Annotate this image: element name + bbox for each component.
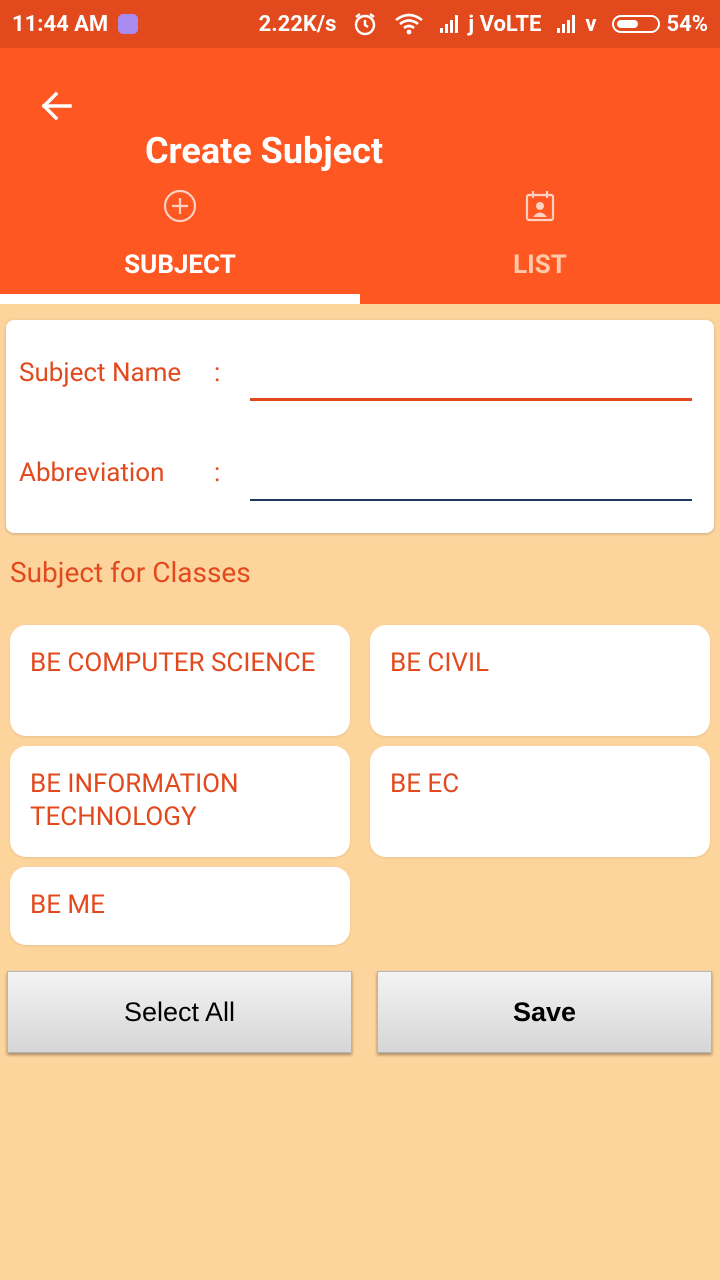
tab-indicator xyxy=(0,294,360,304)
class-item[interactable]: BE INFORMATION TECHNOLOGY xyxy=(10,746,350,857)
class-item[interactable]: BE COMPUTER SCIENCE xyxy=(10,625,350,736)
subject-name-label: Subject Name xyxy=(19,358,182,388)
alarm-icon xyxy=(352,11,378,37)
net-speed: 2.22K/s xyxy=(258,11,337,37)
tab-subject-label: SUBJECT xyxy=(124,250,236,280)
subject-name-underline xyxy=(250,398,692,401)
wifi-icon xyxy=(394,12,424,36)
tab-subject[interactable]: SUBJECT xyxy=(0,178,360,304)
calendar-person-icon xyxy=(522,188,558,224)
app-bar: Create Subject SUBJECT LIST xyxy=(0,48,720,304)
subject-name-input[interactable] xyxy=(250,356,696,398)
tab-list[interactable]: LIST xyxy=(360,178,720,304)
subject-form-card: Subject Name : Abbreviation : xyxy=(6,320,714,533)
abbreviation-label: Abbreviation xyxy=(19,458,165,488)
notification-app-icon xyxy=(118,14,139,34)
carrier-label: j VoLTE xyxy=(468,11,542,37)
save-button[interactable]: Save xyxy=(377,971,712,1053)
arrow-back-icon[interactable] xyxy=(36,86,76,126)
carrier-label-2: v xyxy=(585,11,597,37)
tab-list-label: LIST xyxy=(513,250,567,280)
class-item[interactable]: BE ME xyxy=(10,867,350,945)
abbreviation-colon: : xyxy=(214,458,221,488)
abbreviation-input[interactable] xyxy=(250,456,696,498)
status-bar: 11:44 AM 2.22K/s j VoLTE v 54% xyxy=(0,0,720,48)
classes-section-title: Subject for Classes xyxy=(10,556,251,589)
add-circle-icon xyxy=(162,188,198,224)
signal-icon-2 xyxy=(557,15,581,33)
battery-icon xyxy=(612,15,666,33)
subject-name-colon: : xyxy=(214,358,221,388)
class-item[interactable]: BE CIVIL xyxy=(370,625,710,736)
class-item[interactable]: BE EC xyxy=(370,746,710,857)
select-all-button[interactable]: Select All xyxy=(7,971,352,1053)
page-title: Create Subject xyxy=(145,130,384,172)
battery-percent: 54% xyxy=(666,11,708,37)
signal-icon-1 xyxy=(440,15,464,33)
abbreviation-underline xyxy=(250,499,692,501)
status-time: 11:44 AM xyxy=(12,11,109,37)
